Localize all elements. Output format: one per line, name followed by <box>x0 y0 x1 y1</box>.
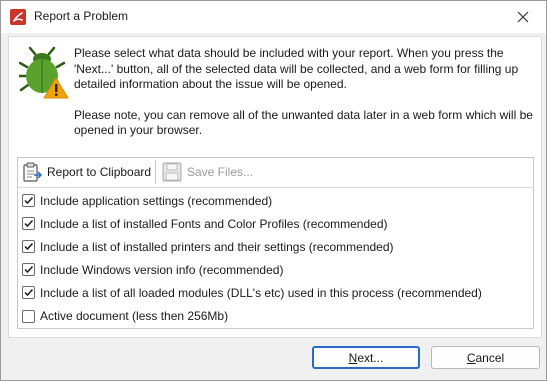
report-to-clipboard-button[interactable]: Report to Clipboard <box>21 160 157 184</box>
bug-warning-icon <box>17 45 69 100</box>
option-label: Include a list of installed printers and… <box>40 239 394 254</box>
next-label-rest: ext... <box>357 350 384 365</box>
report-to-clipboard-label: Report to Clipboard <box>47 165 152 179</box>
checkmark-icon <box>24 220 34 228</box>
pdf-app-icon <box>10 9 26 25</box>
window-title: Report a Problem <box>34 9 129 23</box>
cancel-label-rest: ancel <box>475 350 505 365</box>
checkbox[interactable] <box>22 263 35 277</box>
checkbox[interactable] <box>22 240 35 254</box>
info-message: Please select what data should be includ… <box>74 46 536 154</box>
checkmark-icon <box>24 266 34 274</box>
next-label-mnemonic: N <box>348 350 358 365</box>
option-app-settings[interactable]: Include application settings (recommende… <box>18 189 482 212</box>
option-label: Include application settings (recommende… <box>40 193 273 208</box>
option-fonts-color-profiles[interactable]: Include a list of installed Fonts and Co… <box>18 212 482 235</box>
option-label: Include Windows version info (recommende… <box>40 262 284 277</box>
checkbox[interactable] <box>22 217 35 231</box>
next-button[interactable]: Next... <box>312 346 420 369</box>
message-paragraph-1: Please select what data should be includ… <box>74 46 519 91</box>
cancel-label-mnemonic: C <box>466 350 476 365</box>
close-icon <box>517 11 529 23</box>
cancel-button[interactable]: Cancel <box>431 346 540 369</box>
option-label: Include a list of all loaded modules (DL… <box>40 285 482 300</box>
checkbox[interactable] <box>22 286 35 300</box>
message-paragraph-2: Please note, you can remove all of the u… <box>74 107 533 138</box>
checkmark-icon <box>24 243 34 251</box>
clipboard-icon <box>23 162 43 182</box>
close-button[interactable] <box>500 1 546 33</box>
floppy-disk-icon <box>162 162 182 182</box>
title-bar: Report a Problem <box>1 1 546 33</box>
checkbox[interactable] <box>22 309 35 323</box>
options-list: Include application settings (recommende… <box>18 189 482 328</box>
option-active-document[interactable]: Active document (less then 256Mb) <box>18 304 482 327</box>
content-panel: Please select what data should be includ… <box>8 36 542 338</box>
report-problem-dialog: Report a Problem Please select what data… <box>0 0 547 381</box>
option-loaded-modules[interactable]: Include a list of all loaded modules (DL… <box>18 281 482 304</box>
checkbox[interactable] <box>22 194 35 208</box>
save-files-button[interactable]: Save Files... <box>161 160 253 184</box>
option-printers[interactable]: Include a list of installed printers and… <box>18 235 482 258</box>
report-toolbar: Report to Clipboard Save Files... <box>18 158 533 188</box>
option-label: Include a list of installed Fonts and Co… <box>40 216 388 231</box>
checkmark-icon <box>24 197 34 205</box>
report-data-list: Report to Clipboard Save Files... Includ… <box>17 157 534 329</box>
option-windows-version[interactable]: Include Windows version info (recommende… <box>18 258 482 281</box>
checkmark-icon <box>24 289 34 297</box>
option-label: Active document (less then 256Mb) <box>40 309 229 324</box>
save-files-label: Save Files... <box>187 165 254 179</box>
